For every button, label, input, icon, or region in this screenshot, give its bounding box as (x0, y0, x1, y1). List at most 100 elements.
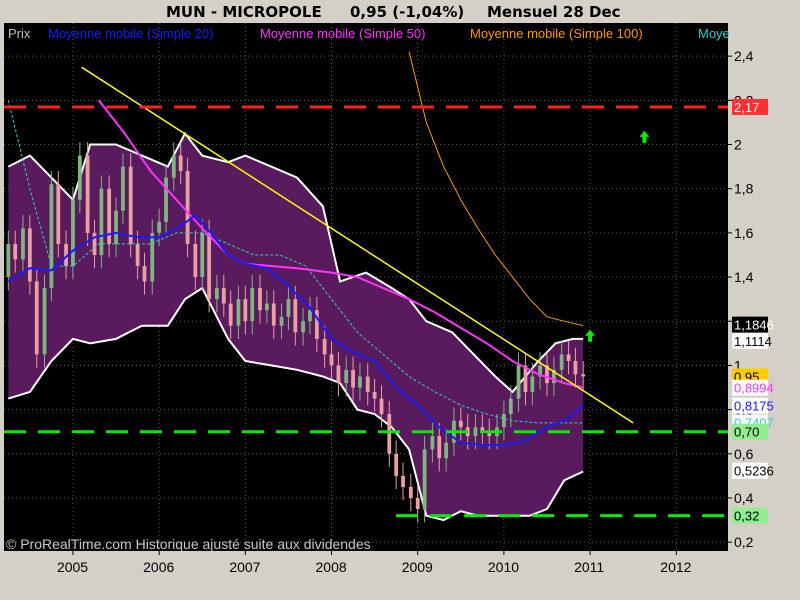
price-label: 1,1846 (734, 318, 774, 333)
y-tick-label: 0,4 (734, 490, 754, 506)
candle-body (387, 414, 392, 454)
candle-body (502, 414, 506, 428)
price-label: 0,70 (734, 425, 759, 440)
candle-body (171, 155, 176, 178)
candle-body (351, 369, 355, 388)
candle-body (200, 232, 205, 278)
candle-body (114, 210, 118, 244)
candle-body (236, 299, 241, 326)
candle-body (401, 475, 405, 487)
price-label: 0,8994 (734, 381, 774, 396)
candle-body (473, 427, 478, 437)
legend-item: Moyenne mobile (Simple 100) (470, 26, 643, 41)
candle-body (372, 391, 377, 399)
candle-body (458, 420, 463, 428)
candle-body (99, 188, 104, 255)
x-tick-label: 2011 (574, 559, 604, 575)
price-label: 1,1114 (734, 334, 772, 349)
legend-item: Prix (8, 26, 31, 41)
legend-item: Moyenne mobile (Simple 20) (48, 26, 213, 41)
legend-item: Moye (698, 26, 730, 41)
candle-body (77, 155, 82, 200)
candle-body (250, 288, 255, 322)
candle-body (444, 442, 449, 459)
y-tick-label: 2 (734, 137, 742, 153)
price-label: 2,17 (734, 100, 759, 115)
candle-body (258, 288, 262, 311)
x-tick-label: 2010 (488, 559, 519, 575)
price-label: 0,32 (734, 509, 759, 524)
price-label: 0,5236 (734, 464, 774, 479)
candle-body (164, 177, 168, 222)
y-tick-label: 1,8 (734, 181, 754, 197)
candle-body (566, 354, 571, 362)
candle-body (322, 338, 327, 355)
legend: Prix Moyenne mobile (Simple 20) Moyenne mo… (8, 26, 730, 41)
price-label: 0,8175 (734, 399, 774, 414)
candle-body (516, 365, 521, 399)
candle-body (379, 398, 384, 415)
candle-body (358, 376, 362, 388)
candle-body (293, 299, 298, 333)
chart-title: MUN - MICROPOLE (166, 3, 322, 21)
candle-body (308, 310, 312, 322)
candle-body (581, 374, 586, 377)
candle-body (49, 184, 54, 289)
chart-quote: 0,95 (-1,04%) (350, 3, 464, 21)
candle-body (437, 436, 442, 459)
candle-body (365, 376, 370, 392)
x-tick-label: 2006 (143, 559, 174, 575)
footer-credit: © ProRealTime.com Historique ajusté suit… (6, 536, 371, 552)
candle-body (415, 497, 420, 510)
candle-body (264, 303, 269, 311)
candle-body (157, 221, 162, 233)
candle-body (142, 266, 147, 282)
candle-body (178, 155, 183, 172)
candle-body (6, 243, 11, 278)
candle-body (13, 243, 18, 260)
candle-body (121, 166, 125, 211)
candle-body (530, 376, 535, 392)
candle-body (394, 453, 399, 476)
candle-body (271, 303, 276, 326)
candle-body (228, 303, 233, 326)
chart-svg: MUN - MICROPOLE 0,95 (-1,04%) Mensuel 28… (0, 0, 800, 600)
candle-body (286, 299, 291, 317)
candle-body (243, 299, 248, 322)
y-tick-label: 1,6 (734, 225, 754, 241)
candle-body (21, 228, 25, 260)
candle-body (336, 365, 341, 384)
candle-body (193, 243, 198, 278)
y-tick-label: 0,2 (734, 534, 754, 550)
y-tick-label: 1,4 (734, 269, 754, 285)
x-tick-label: 2007 (229, 559, 260, 575)
candle-body (573, 361, 578, 375)
candle-body (422, 449, 427, 510)
candle-body (301, 321, 305, 333)
candle-body (56, 184, 61, 244)
chart-period: Mensuel 28 Dec (487, 3, 621, 21)
candle-body (221, 288, 226, 304)
candle-body (214, 288, 219, 300)
candle-body (329, 354, 334, 366)
candle-body (559, 354, 564, 370)
candle-body (107, 188, 112, 244)
candle-body (27, 228, 32, 282)
candle-body (150, 232, 155, 282)
candle-body (71, 199, 75, 267)
candle-body (135, 243, 140, 267)
x-tick-label: 2008 (316, 559, 347, 575)
candle-body (344, 369, 349, 384)
legend-item: Moyenne mobile (Simple 50) (260, 26, 425, 41)
x-tick-label: 2009 (402, 559, 433, 575)
candle-body (34, 281, 39, 355)
candle-body (279, 316, 284, 326)
candle-body (408, 486, 413, 498)
candle-body (508, 398, 513, 415)
y-tick-label: 2,4 (734, 48, 754, 64)
x-tick-label: 2012 (660, 559, 691, 575)
y-tick-label: 0,6 (734, 446, 754, 462)
candle-body (207, 232, 212, 300)
candle-body (85, 155, 90, 233)
candle-body (128, 166, 133, 244)
